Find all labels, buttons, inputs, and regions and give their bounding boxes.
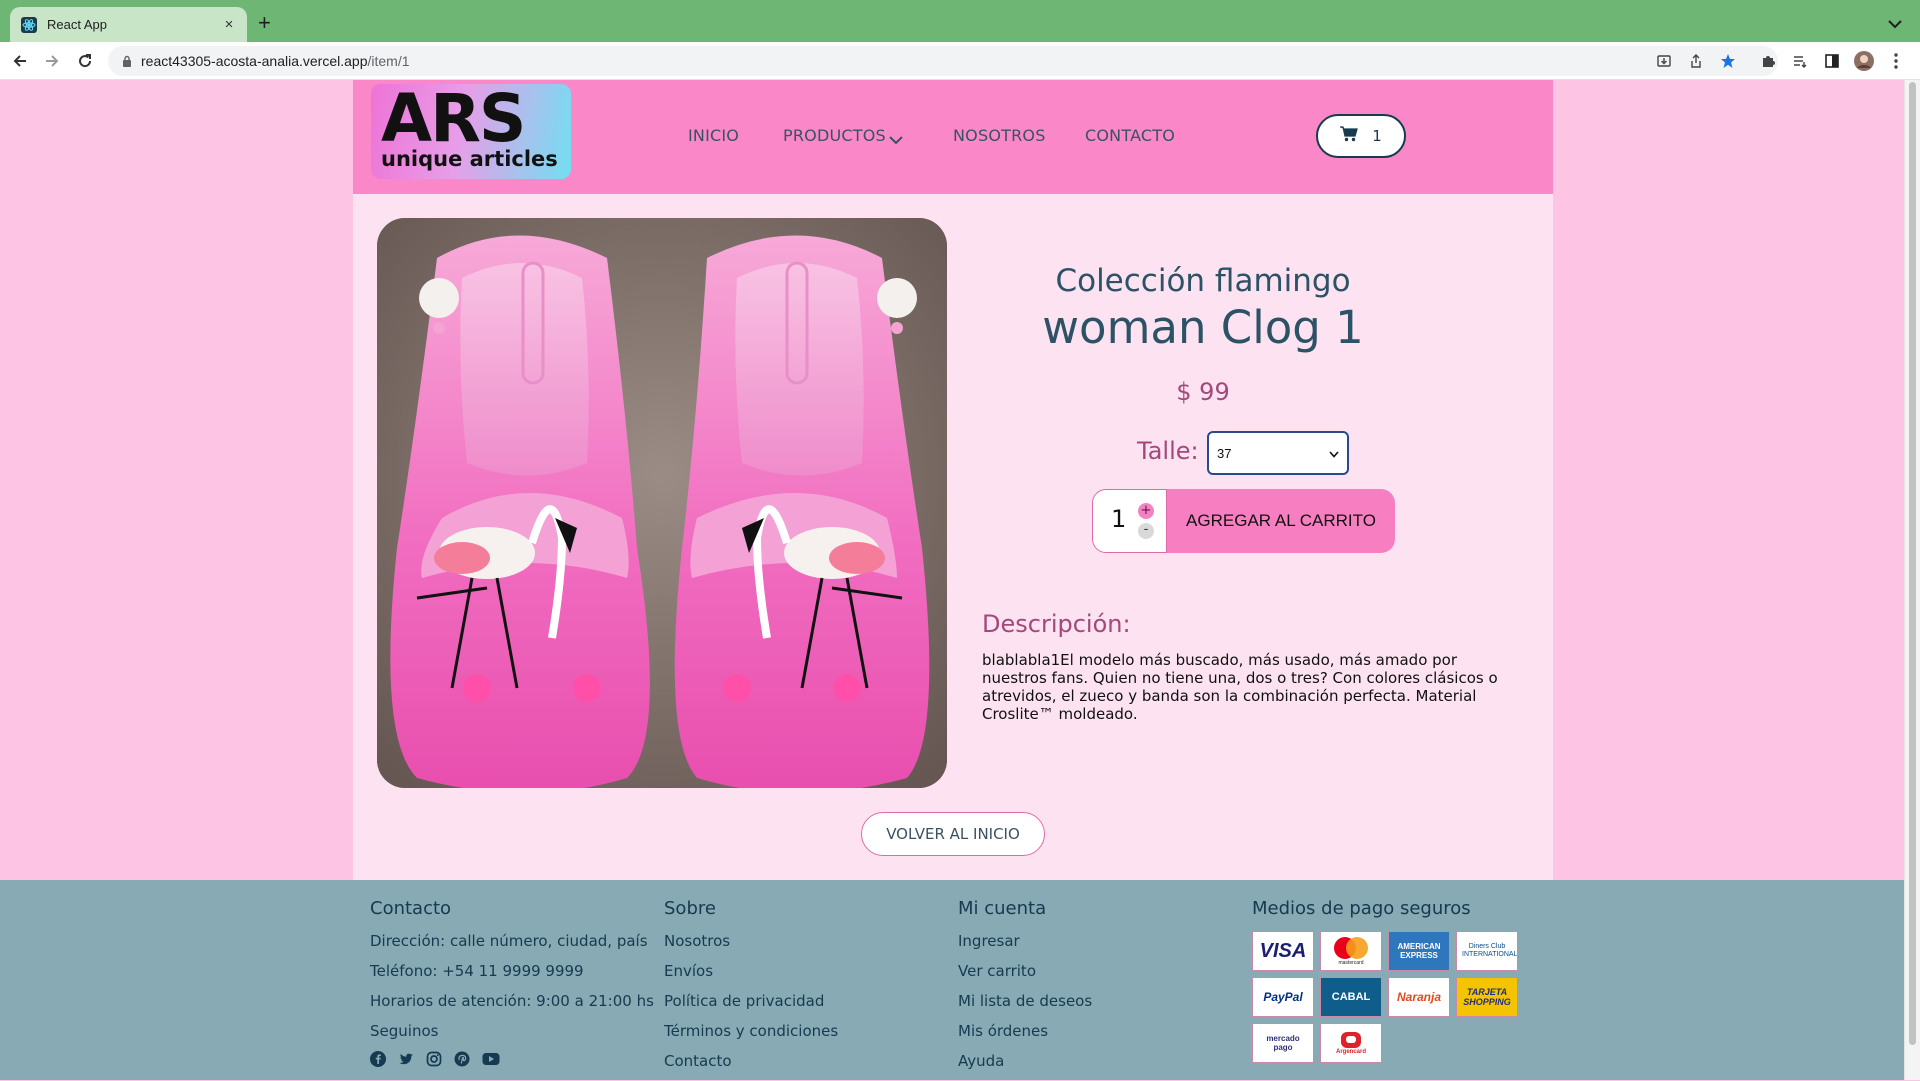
scrollbar-thumb[interactable] xyxy=(1909,82,1916,1045)
share-icon[interactable] xyxy=(1686,51,1706,71)
mercadopago-logo: mercado pago xyxy=(1252,1023,1314,1063)
footer-link-contacto[interactable]: Contacto xyxy=(664,1051,838,1081)
footer-link-login[interactable]: Ingresar xyxy=(958,931,1092,961)
cart-count: 1 xyxy=(1372,127,1382,145)
tab-search-chevron-icon[interactable] xyxy=(1888,14,1902,33)
quantity-value: 1 xyxy=(1111,505,1127,533)
back-to-home-button[interactable]: VOLVER AL INICIO xyxy=(861,812,1045,856)
product-price: $ 99 xyxy=(1176,378,1230,406)
size-label: Talle: xyxy=(1137,437,1199,465)
twitter-icon[interactable] xyxy=(398,1051,414,1071)
page-container: ARS unique articles INICIO PRODUCTOS NOS… xyxy=(353,80,1553,880)
footer-link-orders[interactable]: Mis órdenes xyxy=(958,1021,1092,1051)
extensions-puzzle-icon[interactable] xyxy=(1758,51,1778,71)
pinterest-icon[interactable] xyxy=(454,1051,470,1071)
forward-arrow-icon[interactable] xyxy=(40,49,64,73)
youtube-icon[interactable] xyxy=(482,1051,500,1071)
footer-link-terms[interactable]: Términos y condiciones xyxy=(664,1021,838,1051)
reload-icon[interactable] xyxy=(73,49,97,73)
footer-contact-column: Contacto Dirección: calle número, ciudad… xyxy=(370,898,654,1071)
cart-button[interactable]: 1 xyxy=(1316,114,1406,158)
url-host: react43305-acosta-analia.vercel.app xyxy=(141,53,368,69)
back-arrow-icon[interactable] xyxy=(8,49,32,73)
react-favicon-icon xyxy=(21,16,37,33)
description-text: blablabla1El modelo más buscado, más usa… xyxy=(982,651,1498,723)
instagram-icon[interactable] xyxy=(426,1051,442,1071)
visa-logo: VISA xyxy=(1252,931,1314,971)
nav-link-productos[interactable]: PRODUCTOS xyxy=(783,126,886,145)
url-path: /item/1 xyxy=(367,53,410,69)
size-select-value: 37 xyxy=(1217,445,1232,461)
shopping-logo: TARJETA SHOPPING xyxy=(1456,977,1518,1017)
ars-logo[interactable]: ARS unique articles xyxy=(371,84,571,179)
install-app-icon[interactable] xyxy=(1654,51,1674,71)
bookmark-star-icon[interactable] xyxy=(1718,51,1738,71)
naranja-logo: Naranja xyxy=(1388,977,1450,1017)
site-footer: Contacto Dirección: calle número, ciudad… xyxy=(0,880,1905,1080)
nav-link-nosotros[interactable]: NOSOTROS xyxy=(953,126,1046,145)
add-to-cart-button[interactable]: AGREGAR AL CARRITO xyxy=(1167,489,1395,553)
payment-methods-grid: VISA mastercard AMERICAN EXPRESS Diners … xyxy=(1252,931,1518,1063)
footer-link-envios[interactable]: Envíos xyxy=(664,961,838,991)
productos-chevron-down-icon[interactable] xyxy=(889,130,903,149)
profile-avatar[interactable] xyxy=(1854,51,1874,71)
browser-tab-strip: React App × + xyxy=(0,0,1920,42)
logo-tagline: unique articles xyxy=(381,147,558,171)
footer-link-view-cart[interactable]: Ver carrito xyxy=(958,961,1092,991)
select-chevron-down-icon xyxy=(1329,446,1339,461)
browser-tab[interactable]: React App × xyxy=(10,7,247,42)
description-title: Descripción: xyxy=(982,610,1131,638)
reading-list-icon[interactable] xyxy=(1790,51,1810,71)
nav-link-inicio[interactable]: INICIO xyxy=(688,126,739,145)
new-tab-button[interactable]: + xyxy=(258,10,271,36)
diners-logo: Diners Club INTERNATIONAL xyxy=(1456,931,1518,971)
quantity-decrease-button[interactable]: - xyxy=(1138,523,1154,539)
footer-link-wishlist[interactable]: Mi lista de deseos xyxy=(958,991,1092,1021)
browser-toolbar: react43305-acosta-analia.vercel.app/item… xyxy=(0,42,1920,80)
site-navbar: ARS unique articles INICIO PRODUCTOS NOS… xyxy=(353,80,1553,194)
footer-link-privacy[interactable]: Política de privacidad xyxy=(664,991,838,1021)
amex-logo: AMERICAN EXPRESS xyxy=(1388,931,1450,971)
product-name: woman Clog 1 xyxy=(1042,301,1364,354)
tab-title: React App xyxy=(47,17,107,32)
side-panel-icon[interactable] xyxy=(1822,51,1842,71)
shopping-cart-icon xyxy=(1340,126,1359,146)
quantity-increase-button[interactable]: + xyxy=(1138,503,1154,519)
footer-account-title: Mi cuenta xyxy=(958,898,1047,919)
footer-hours: Horarios de atención: 9:00 a 21:00 hs xyxy=(370,992,654,1010)
social-links xyxy=(370,1051,654,1071)
footer-about-title: Sobre xyxy=(664,898,716,919)
footer-account-column: Mi cuenta Ingresar Ver carrito Mi lista … xyxy=(958,898,1092,1081)
footer-link-nosotros[interactable]: Nosotros xyxy=(664,931,838,961)
cabal-logo: CABAL xyxy=(1320,977,1382,1017)
collection-title: Colección flamingo xyxy=(1055,263,1351,299)
argencard-logo: Argencard xyxy=(1320,1023,1382,1063)
address-bar[interactable]: react43305-acosta-analia.vercel.app/item… xyxy=(108,46,1778,76)
tab-close-icon[interactable]: × xyxy=(219,16,239,33)
footer-contact-title: Contacto xyxy=(370,898,452,919)
footer-follow-us: Seguinos xyxy=(370,1022,439,1040)
quantity-stepper: 1 + - xyxy=(1092,489,1167,553)
lock-icon[interactable] xyxy=(122,52,132,71)
facebook-icon[interactable] xyxy=(370,1051,386,1071)
footer-address: Dirección: calle número, ciudad, país xyxy=(370,932,648,950)
nav-link-contacto[interactable]: CONTACTO xyxy=(1085,126,1175,145)
mastercard-logo: mastercard xyxy=(1320,931,1382,971)
paypal-logo: PayPal xyxy=(1252,977,1314,1017)
footer-link-help[interactable]: Ayuda xyxy=(958,1051,1092,1081)
size-select[interactable]: 37 xyxy=(1207,431,1349,475)
footer-phone: Teléfono: +54 11 9999 9999 xyxy=(370,962,584,980)
page-scrollbar[interactable] xyxy=(1904,80,1920,1080)
footer-about-column: Sobre Nosotros Envíos Política de privac… xyxy=(664,898,838,1081)
footer-payments-column: Medios de pago seguros VISA mastercard A… xyxy=(1252,898,1518,1063)
browser-menu-icon[interactable] xyxy=(1886,51,1906,71)
product-image xyxy=(377,218,947,788)
footer-payments-title: Medios de pago seguros xyxy=(1252,898,1471,919)
